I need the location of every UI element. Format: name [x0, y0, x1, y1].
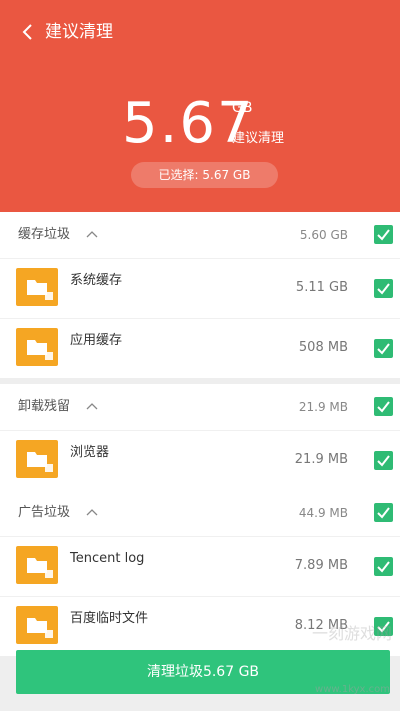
item-checkbox[interactable]	[374, 339, 393, 358]
section-checkbox[interactable]	[374, 225, 393, 244]
item-name: 浏览器	[70, 445, 110, 460]
section-cache-junk: 缓存垃圾 5.60 GB 系统缓存 5.11 GB 应用缓存 508 MB	[0, 212, 400, 378]
list-item[interactable]: Tencent log 7.89 MB	[0, 536, 400, 596]
total-size-unit: GB	[232, 100, 253, 116]
folder-icon	[16, 606, 58, 644]
chevron-up-icon[interactable]	[86, 230, 98, 238]
item-size: 7.89 MB	[294, 558, 348, 573]
check-icon	[377, 229, 390, 241]
check-icon	[377, 455, 390, 467]
section-size: 21.9 MB	[298, 400, 348, 414]
section-uninstall-residue: 卸载残留 21.9 MB 浏览器 21.9 MB	[0, 384, 400, 490]
list-item[interactable]: 应用缓存 508 MB	[0, 318, 400, 378]
summary-header: 建议清理 5.67 GB 建议清理 已选择: 5.67 GB	[0, 0, 400, 212]
page-title: 建议清理	[45, 22, 113, 42]
watermark-text: 一刻游戏网	[311, 624, 392, 643]
item-name: 百度临时文件	[70, 611, 149, 626]
check-icon	[377, 283, 390, 295]
section-checkbox[interactable]	[374, 503, 393, 522]
selected-size-badge: 已选择: 5.67 GB	[131, 162, 278, 188]
item-size: 5.11 GB	[295, 280, 348, 295]
chevron-left-icon[interactable]	[18, 20, 40, 44]
check-icon	[377, 507, 390, 519]
item-checkbox[interactable]	[374, 451, 393, 470]
section-header[interactable]: 缓存垃圾 5.60 GB	[0, 212, 400, 258]
chevron-up-icon[interactable]	[86, 402, 98, 410]
folder-icon	[16, 328, 58, 366]
item-size: 508 MB	[298, 340, 348, 355]
item-name: 应用缓存	[70, 333, 123, 348]
folder-icon	[16, 546, 58, 584]
section-header[interactable]: 广告垃圾 44.9 MB	[0, 490, 400, 536]
list-item[interactable]: 系统缓存 5.11 GB	[0, 258, 400, 318]
section-header[interactable]: 卸载残留 21.9 MB	[0, 384, 400, 430]
total-size-caption: 建议清理	[232, 131, 285, 146]
item-checkbox[interactable]	[374, 279, 393, 298]
watermark-url: www.1kyx.com	[315, 684, 390, 695]
check-icon	[377, 401, 390, 413]
chevron-up-icon[interactable]	[86, 508, 98, 516]
section-size: 5.60 GB	[299, 228, 348, 242]
item-name: 系统缓存	[70, 273, 123, 288]
check-icon	[377, 561, 390, 573]
list-item[interactable]: 浏览器 21.9 MB	[0, 430, 400, 490]
item-checkbox[interactable]	[374, 557, 393, 576]
check-icon	[377, 343, 390, 355]
section-title: 缓存垃圾	[18, 227, 71, 242]
folder-icon	[16, 440, 58, 478]
section-size: 44.9 MB	[298, 506, 348, 520]
folder-icon	[16, 268, 58, 306]
section-checkbox[interactable]	[374, 397, 393, 416]
item-size: 21.9 MB	[294, 452, 348, 467]
item-name: Tencent log	[70, 551, 145, 566]
section-title: 广告垃圾	[18, 505, 71, 520]
section-title: 卸载残留	[18, 399, 71, 414]
